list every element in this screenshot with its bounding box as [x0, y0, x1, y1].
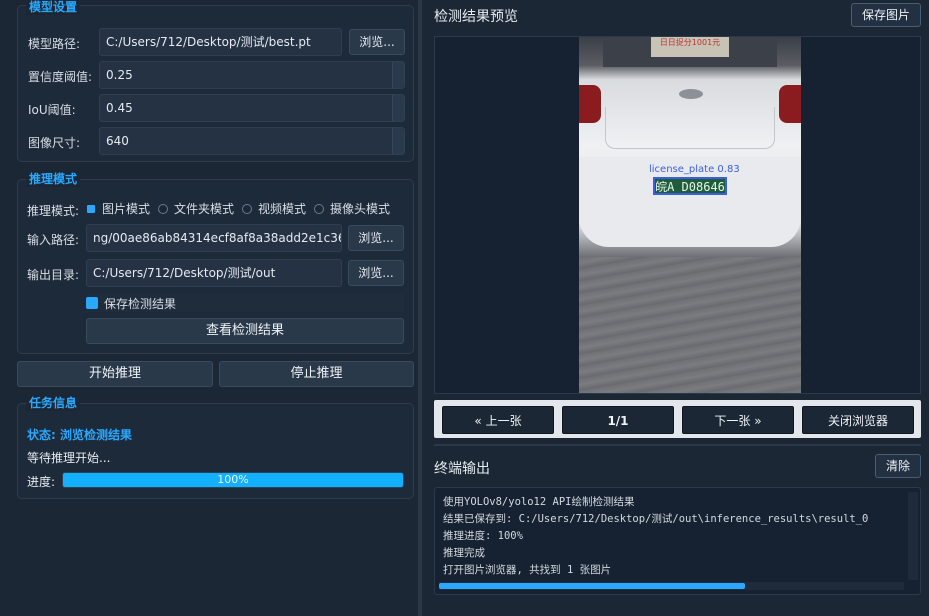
input-browse-button[interactable]: 浏览...: [348, 225, 404, 251]
right-panel: 检测结果预览 保存图片 日日捉分1001元 license_plate 0.83…: [422, 0, 929, 616]
detection-image: 日日捉分1001元 license_plate 0.83 皖A D08646: [579, 37, 801, 393]
conf-threshold-spinbox[interactable]: 0.25: [99, 61, 405, 89]
image-size-spinbox[interactable]: 640: [99, 127, 405, 155]
inference-mode-label: 推理模式:: [27, 204, 80, 218]
output-dir-label: 输出目录:: [27, 268, 80, 282]
save-results-checkbox[interactable]: [86, 297, 98, 309]
section-divider: [434, 444, 921, 446]
radio-label: 摄像头模式: [330, 202, 391, 216]
conf-threshold-label: 置信度阈值:: [28, 70, 93, 84]
iou-threshold-value: 0.45: [106, 101, 133, 115]
page-indicator: 1/1: [562, 406, 674, 434]
output-dir-field[interactable]: C:/Users/712/Desktop/测试/out: [86, 259, 342, 287]
model-path-label: 模型路径:: [28, 37, 81, 51]
terminal-title: 终端输出: [434, 461, 490, 477]
iou-threshold-label: IoU阈值:: [28, 103, 76, 117]
terminal-line: 结果已保存到: C:/Users/712/Desktop/测试/out\infe…: [443, 513, 869, 525]
window-sign: 日日捉分1001元: [651, 37, 729, 57]
terminal-output[interactable]: 使用YOLOv8/yolo12 API绘制检测结果 结果已保存到: C:/Use…: [434, 487, 921, 595]
terminal-vertical-scrollbar[interactable]: [908, 492, 918, 580]
next-image-button[interactable]: 下一张 »: [682, 406, 794, 434]
progress-bar: 100%: [62, 472, 404, 488]
iou-threshold-spinbox[interactable]: 0.45: [99, 94, 405, 122]
view-results-button[interactable]: 查看检测结果: [86, 318, 404, 344]
progress-label: 进度:: [27, 475, 56, 489]
clear-terminal-button[interactable]: 清除: [875, 454, 921, 478]
conf-spin-arrows[interactable]: [392, 62, 404, 88]
terminal-line: 使用YOLOv8/yolo12 API绘制检测结果: [443, 496, 635, 508]
license-plate-box: 皖A D08646: [653, 177, 727, 195]
detection-preview: 日日捉分1001元 license_plate 0.83 皖A D08646: [434, 36, 921, 394]
image-size-label: 图像尺寸:: [28, 136, 81, 150]
prev-image-button[interactable]: « 上一张: [442, 406, 554, 434]
right-taillight: [779, 85, 801, 123]
radio-label: 图片模式: [102, 202, 151, 216]
left-panel: 模型设置 模型路径: C:/Users/712/Desktop/测试/best.…: [0, 0, 418, 616]
terminal-line: 打开图片浏览器, 共找到 1 张图片: [443, 564, 612, 576]
input-path-label: 输入路径:: [27, 233, 80, 247]
model-path-field[interactable]: C:/Users/712/Desktop/测试/best.pt: [99, 28, 342, 56]
radio-camera-mode[interactable]: 摄像头模式: [314, 200, 390, 217]
radio-indicator: [158, 203, 169, 214]
stop-inference-button[interactable]: 停止推理: [219, 361, 414, 387]
start-inference-button[interactable]: 开始推理: [17, 361, 213, 387]
image-size-value: 640: [106, 134, 129, 148]
radio-folder-mode[interactable]: 文件夹模式: [158, 200, 234, 217]
detection-box-label: license_plate 0.83: [649, 164, 740, 175]
trunk-outline: [605, 107, 775, 149]
radio-label: 视频模式: [258, 202, 307, 216]
radio-label: 文件夹模式: [174, 202, 235, 216]
terminal-line: 推理进度: 100%: [443, 530, 523, 542]
close-browser-button[interactable]: 关闭浏览器: [802, 406, 914, 434]
model-settings-group: 模型设置 模型路径: C:/Users/712/Desktop/测试/best.…: [17, 0, 414, 162]
preview-title: 检测结果预览: [434, 9, 518, 25]
group-title-task-info: 任务信息: [26, 395, 81, 411]
terminal-horizontal-scrollbar[interactable]: [439, 582, 904, 590]
radio-indicator: [242, 203, 253, 214]
group-title-model-settings: 模型设置: [26, 0, 81, 15]
output-browse-button[interactable]: 浏览...: [348, 260, 404, 286]
radio-image-mode[interactable]: 图片模式: [86, 200, 150, 217]
input-path-field[interactable]: ng/00ae86ab84314ecf8af8a38add2e1c36.jpg: [86, 224, 342, 252]
waiting-text: 等待推理开始...: [27, 451, 111, 465]
mode-radio-group: 图片模式 文件夹模式 视频模式 摄像头模式: [86, 200, 390, 217]
radio-indicator-checked: [87, 204, 95, 213]
save-image-button[interactable]: 保存图片: [851, 3, 921, 27]
road-surface: [579, 257, 801, 393]
save-results-label: 保存检测结果: [104, 297, 177, 311]
car-logo: [679, 89, 703, 99]
image-navigation-bar: « 上一张 1/1 下一张 » 关闭浏览器: [434, 400, 921, 438]
progress-text: 100%: [217, 473, 249, 486]
save-results-checkbox-row[interactable]: 保存检测结果: [86, 294, 404, 312]
model-browse-button[interactable]: 浏览...: [349, 29, 405, 55]
image-size-spin-arrows[interactable]: [392, 128, 404, 154]
window-sign-text: 日日捉分1001元: [659, 38, 721, 47]
conf-threshold-value: 0.25: [106, 68, 133, 82]
iou-spin-arrows[interactable]: [392, 95, 404, 121]
radio-video-mode[interactable]: 视频模式: [242, 200, 306, 217]
terminal-line: 推理完成: [443, 547, 485, 559]
status-text: 状态: 浏览检测结果: [27, 428, 132, 442]
scrollbar-thumb[interactable]: [439, 583, 745, 589]
group-title-inference-mode: 推理模式: [26, 171, 81, 187]
left-taillight: [579, 85, 601, 123]
radio-indicator: [314, 203, 325, 214]
